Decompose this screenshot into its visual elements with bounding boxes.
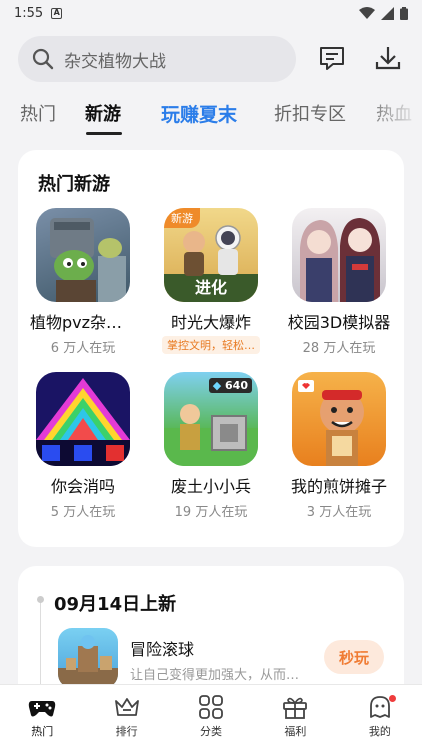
wifi-icon (359, 6, 375, 19)
crown-icon (114, 698, 139, 716)
nav-profile[interactable]: 我的 (338, 685, 422, 750)
search-bar[interactable]: 杂交植物大战 (18, 36, 296, 82)
download-icon[interactable] (372, 42, 404, 74)
game-icon[interactable] (58, 628, 118, 688)
notification-dot (388, 695, 396, 702)
tab-hot[interactable]: 热门 (20, 100, 56, 126)
tab-summer-event[interactable]: 玩赚夏末 (161, 100, 237, 127)
game-name: 我的煎饼摊子 (290, 477, 387, 496)
game-icon (292, 372, 386, 466)
game-icon (292, 208, 386, 302)
timeline-dot (37, 596, 44, 603)
nav-category[interactable]: 分类 (169, 685, 253, 750)
search-placeholder: 杂交植物大战 (64, 51, 166, 72)
game-name: 你会消吗 (50, 477, 115, 496)
game-banner-text: 进化 (194, 278, 227, 297)
release-date-title: 09月14日上新 (54, 594, 177, 615)
nav-label: 分类 (200, 725, 223, 738)
diamond-icon: ◆ (212, 379, 222, 392)
nav-label: 福利 (284, 725, 307, 738)
nav-label: 我的 (368, 725, 391, 738)
gem-counter: ◆ 640 (208, 378, 252, 393)
game-players: 3 万人在玩 (306, 505, 372, 520)
gem-count: 640 (225, 379, 248, 392)
hot-new-games-card: 热门新游 植物pvz杂交版 6 万人在玩 新游 进化 时光大爆炸 掌控文明，轻松… (18, 150, 404, 547)
game-item[interactable]: 我的煎饼摊子 3 万人在玩 (280, 372, 398, 520)
notification-icon: A (51, 7, 63, 19)
game-icon: ◆ 640 (164, 372, 258, 466)
section-title: 热门新游 (38, 174, 110, 195)
message-icon[interactable] (316, 42, 348, 74)
tab-discount[interactable]: 折扣专区 (274, 100, 346, 126)
game-name: 植物pvz杂交版 (30, 313, 139, 332)
status-time: 1:55 (14, 5, 44, 21)
nav-label: 热门 (31, 725, 54, 738)
new-game-badge: 新游 (164, 208, 200, 228)
game-players: 5 万人在玩 (50, 505, 116, 520)
game-name: 废土小小兵 (170, 477, 251, 496)
gamepad-icon (29, 701, 56, 717)
nav-ranking[interactable]: 排行 (84, 685, 168, 750)
game-item[interactable]: ◆ 640 废土小小兵 19 万人在玩 (152, 372, 270, 520)
instant-play-button[interactable]: 秒玩 (324, 640, 384, 674)
game-item[interactable]: 植物pvz杂交版 6 万人在玩 (24, 208, 142, 356)
nav-benefits[interactable]: 福利 (253, 685, 337, 750)
status-bar: 1:55 A (0, 0, 422, 26)
tab-fade (362, 96, 422, 136)
game-name: 校园3D模拟器 (287, 313, 391, 332)
active-tab-indicator (86, 132, 122, 135)
game-item[interactable]: 新游 进化 时光大爆炸 掌控文明，轻松… (152, 208, 270, 354)
grid-icon (199, 695, 223, 719)
nav-label: 排行 (115, 725, 138, 738)
game-item[interactable]: 校园3D模拟器 28 万人在玩 (280, 208, 398, 356)
game-players: 28 万人在玩 (302, 341, 376, 356)
nav-hot[interactable]: 热门 (0, 685, 84, 750)
signal-icon (381, 6, 394, 20)
game-tag: 掌控文明，轻松… (162, 336, 260, 354)
game-players: 19 万人在玩 (174, 505, 248, 520)
gift-icon (283, 697, 308, 719)
bottom-nav: 热门 排行 分类 福利 我的 (0, 684, 422, 750)
battery-icon (400, 6, 408, 20)
game-name: 时光大爆炸 (170, 313, 251, 332)
tab-new-games[interactable]: 新游 (85, 100, 121, 126)
game-icon: 新游 进化 (164, 208, 258, 302)
release-game-name[interactable]: 冒险滚球 (130, 636, 194, 660)
search-icon (32, 48, 54, 70)
game-players: 6 万人在玩 (50, 341, 116, 356)
game-icon (36, 372, 130, 466)
game-item[interactable]: 你会消吗 5 万人在玩 (24, 372, 142, 520)
release-game-desc: 让自己变得更加强大，从而… (130, 668, 300, 683)
category-tabs: 热门 新游 玩赚夏末 折扣专区 热血 (0, 96, 422, 136)
game-icon (36, 208, 130, 302)
